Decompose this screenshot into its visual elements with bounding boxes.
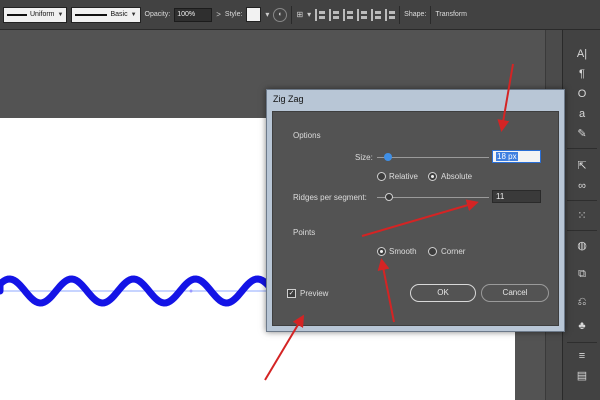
stroke-line-preview — [7, 13, 27, 16]
transform-icon[interactable]: ⁙ — [573, 208, 591, 224]
preview-checkbox[interactable]: ✓ — [287, 289, 296, 298]
ridges-slider-track[interactable] — [377, 197, 489, 198]
dialog-title: Zig Zag — [273, 94, 304, 104]
align-left-icon[interactable] — [315, 8, 326, 21]
style-label: Style: — [224, 11, 243, 18]
divider — [430, 5, 432, 24]
symbols-icon[interactable]: ♣ — [573, 318, 591, 334]
stroke-profile-label: Uniform — [30, 11, 55, 18]
opacity-dropdown-icon[interactable]: > — [216, 10, 221, 19]
ridges-slider-thumb[interactable] — [385, 193, 394, 201]
size-label: Size: — [355, 153, 373, 162]
size-slider-track[interactable] — [377, 157, 489, 158]
relative-radio[interactable] — [377, 172, 386, 181]
right-panel-dock: A| ¶ O a ✎ ⇱ ∞ ⁙ ◍ ⧉ ⎌ ♣ ≡ ▤ — [562, 30, 600, 400]
size-input[interactable]: 18 px — [492, 150, 541, 163]
align-horizontal-center-icon[interactable] — [329, 8, 340, 21]
corner-label: Corner — [441, 247, 466, 256]
align-bottom-icon[interactable] — [385, 8, 396, 21]
divider — [291, 5, 293, 24]
character-icon[interactable]: A| — [573, 46, 591, 62]
opacity-input[interactable]: 100% — [174, 7, 213, 22]
brush-line-preview — [75, 13, 108, 16]
preview-label: Preview — [300, 289, 329, 298]
cancel-button[interactable]: Cancel — [481, 284, 549, 302]
layers-icon[interactable]: ≡ — [573, 348, 591, 364]
document-tab-strip — [0, 30, 562, 52]
appearance-icon[interactable]: ◍ — [573, 238, 591, 254]
align-vertical-center-icon[interactable] — [371, 8, 382, 21]
ridges-input[interactable]: 11 — [492, 190, 541, 203]
links-icon[interactable]: ∞ — [573, 178, 591, 194]
align-right-icon[interactable] — [343, 8, 354, 21]
variable-width-profile-dropdown[interactable]: Uniform ▼ — [3, 6, 68, 23]
size-slider-thumb[interactable] — [384, 153, 393, 161]
align-top-icon[interactable] — [357, 8, 368, 21]
path-anchor-point — [189, 289, 193, 293]
transform-button[interactable]: Transform — [435, 11, 467, 18]
zigzag-dialog: Zig Zag Options Size: 18 px Relative Abs… — [266, 89, 565, 332]
divider — [399, 5, 401, 24]
absolute-label: Absolute — [441, 172, 473, 181]
chevron-down-icon: ▼ — [57, 11, 64, 18]
dialog-body: Options Size: 18 px Relative Absolute Ri… — [272, 111, 559, 326]
graphic-styles-icon[interactable]: ⧉ — [573, 266, 591, 282]
opacity-label: Opacity: — [144, 11, 171, 18]
shape-button[interactable]: Shape: — [404, 11, 426, 18]
control-bar: Uniform ▼ Basic ▼ Opacity: 100% > Style:… — [0, 0, 600, 30]
panel-divider — [567, 230, 597, 231]
zigzag-wave-path[interactable] — [0, 263, 300, 307]
smooth-label: Smooth — [389, 247, 417, 256]
artboards-icon[interactable]: ⎌ — [573, 294, 591, 310]
chevron-down-icon: ▼ — [130, 11, 137, 18]
brush-definition-dropdown[interactable]: Basic ▼ — [71, 6, 141, 23]
size-value-text: 18 px — [496, 152, 518, 161]
gradient-icon[interactable]: ▤ — [573, 368, 591, 384]
options-heading: Options — [293, 131, 321, 140]
align-to-selection-icon[interactable]: ⊞ — [296, 10, 303, 19]
export-icon[interactable]: ⇱ — [573, 158, 591, 174]
brush-label: Basic — [110, 11, 128, 18]
absolute-radio[interactable] — [428, 172, 437, 181]
smooth-radio[interactable] — [377, 247, 386, 256]
glyphs-icon[interactable]: a — [573, 106, 591, 122]
chevron-down-icon[interactable]: ▾ — [307, 10, 311, 19]
corner-radio[interactable] — [428, 247, 437, 256]
graphic-style-swatch[interactable] — [246, 7, 262, 22]
panel-divider — [567, 148, 597, 149]
relative-label: Relative — [389, 172, 418, 181]
points-heading: Points — [293, 228, 316, 237]
ok-button[interactable]: OK — [410, 284, 476, 302]
opentype-icon[interactable]: O — [573, 86, 591, 102]
ridges-label: Ridges per segment: — [293, 193, 367, 202]
recolor-artwork-icon[interactable]: ◐ — [273, 7, 288, 22]
brushes-icon[interactable]: ✎ — [573, 126, 591, 142]
panel-divider — [567, 200, 597, 201]
chevron-down-icon[interactable]: ▾ — [265, 10, 269, 19]
paragraph-icon[interactable]: ¶ — [573, 66, 591, 82]
panel-divider — [567, 342, 597, 343]
